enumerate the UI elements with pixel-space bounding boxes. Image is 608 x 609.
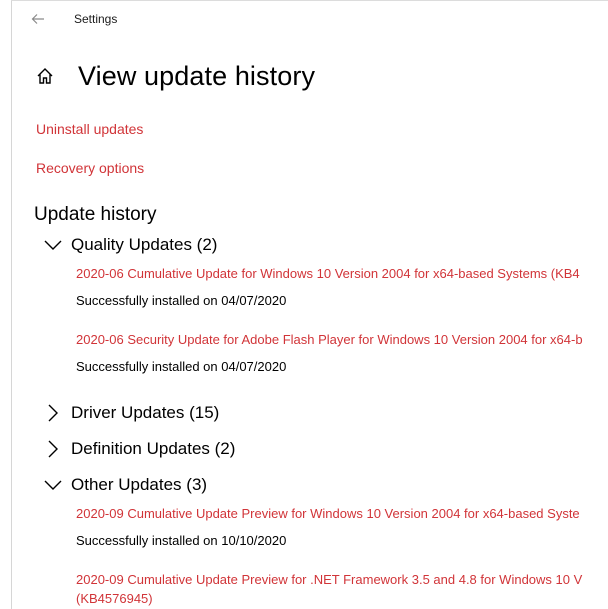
app-title: Settings <box>74 12 118 26</box>
category-label: Driver Updates (15) <box>71 403 220 422</box>
back-button[interactable] <box>28 9 48 29</box>
category-definition-updates[interactable]: Definition Updates (2) <box>42 437 235 461</box>
update-history-heading: Update history <box>34 204 157 225</box>
page-header: View update history <box>34 58 315 94</box>
back-arrow-icon <box>31 14 44 24</box>
window-left-edge <box>0 0 12 609</box>
chevron-right-icon <box>42 438 64 460</box>
update-item-link-continued[interactable]: (KB4576945) <box>76 591 153 606</box>
update-item-status: Successfully installed on 04/07/2020 <box>76 293 287 308</box>
update-item-status: Successfully installed on 10/10/2020 <box>76 533 287 548</box>
category-quality-updates[interactable]: Quality Updates (2) <box>42 233 217 257</box>
update-item-link[interactable]: 2020-09 Cumulative Update Preview for Wi… <box>76 506 580 521</box>
update-item-link[interactable]: 2020-09 Cumulative Update Preview for .N… <box>76 572 582 587</box>
title-bar: Settings <box>12 1 608 37</box>
uninstall-updates-link[interactable]: Uninstall updates <box>36 121 143 137</box>
update-item-status: Successfully installed on 04/07/2020 <box>76 359 287 374</box>
category-label: Quality Updates (2) <box>71 235 218 254</box>
page-title: View update history <box>78 60 316 91</box>
category-label: Other Updates (3) <box>71 475 208 494</box>
chevron-right-icon <box>42 402 64 424</box>
update-item-link[interactable]: 2020-06 Security Update for Adobe Flash … <box>76 332 583 347</box>
recovery-options-link[interactable]: Recovery options <box>36 160 144 176</box>
chevron-down-icon <box>42 234 64 256</box>
category-other-updates[interactable]: Other Updates (3) <box>42 473 207 497</box>
category-label: Definition Updates (2) <box>71 439 236 458</box>
home-button[interactable] <box>34 65 56 87</box>
chevron-down-icon <box>42 474 64 496</box>
home-icon <box>37 68 53 84</box>
category-driver-updates[interactable]: Driver Updates (15) <box>42 401 219 425</box>
update-item-link[interactable]: 2020-06 Cumulative Update for Windows 10… <box>76 266 580 281</box>
settings-window: Settings View update history Uninstall u… <box>0 0 608 609</box>
